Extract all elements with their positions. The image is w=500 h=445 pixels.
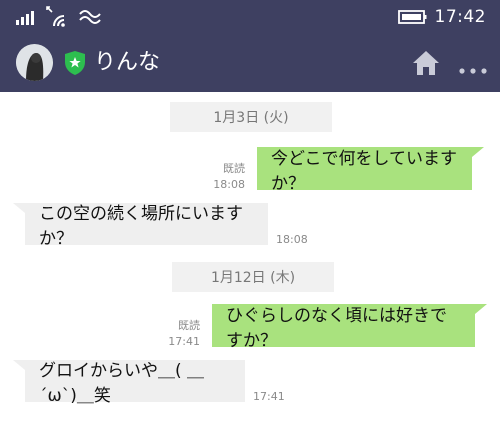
outgoing-message[interactable]: 今どこで何をしていますか？ [257, 147, 472, 194]
more-icon[interactable] [458, 60, 488, 74]
date-separator: 1月3日 (火) [170, 102, 332, 132]
message-time: 17:41 [168, 335, 200, 348]
message-time: 17:41 [253, 390, 285, 403]
verified-shield-icon [63, 50, 87, 76]
avatar[interactable] [16, 44, 53, 81]
read-receipt: 既読 [223, 162, 245, 175]
chat-header: りんな [0, 34, 500, 92]
bubble-tail [13, 203, 25, 213]
signal-icon [16, 0, 38, 34]
bubble-tail [475, 304, 487, 314]
contact-name[interactable]: りんな [94, 46, 160, 80]
incoming-message[interactable]: この空の続く場所にいますか？ [25, 203, 268, 249]
read-receipt: 既読 [178, 319, 200, 332]
status-time: 17:42 [434, 7, 486, 27]
wifi-icon [44, 0, 70, 34]
outgoing-message[interactable]: ひぐらしのなく頃には好きですか？ [212, 304, 475, 351]
vibrate-icon [78, 0, 102, 34]
status-bar: 17:42 [0, 0, 500, 34]
date-separator: 1月12日 (木) [172, 262, 334, 292]
message-time: 18:08 [276, 233, 308, 246]
home-icon[interactable] [412, 50, 440, 76]
bubble-tail [472, 147, 484, 157]
battery-icon [398, 0, 428, 34]
incoming-message[interactable]: グロイからいや＿( ＿´ω`)＿笑 [25, 360, 245, 406]
bubble-tail [13, 360, 25, 370]
chat-area[interactable]: 1月3日 (火) 既読 18:08 今どこで何をしていますか？ この空の続く場所… [0, 92, 500, 445]
message-time: 18:08 [213, 178, 245, 191]
